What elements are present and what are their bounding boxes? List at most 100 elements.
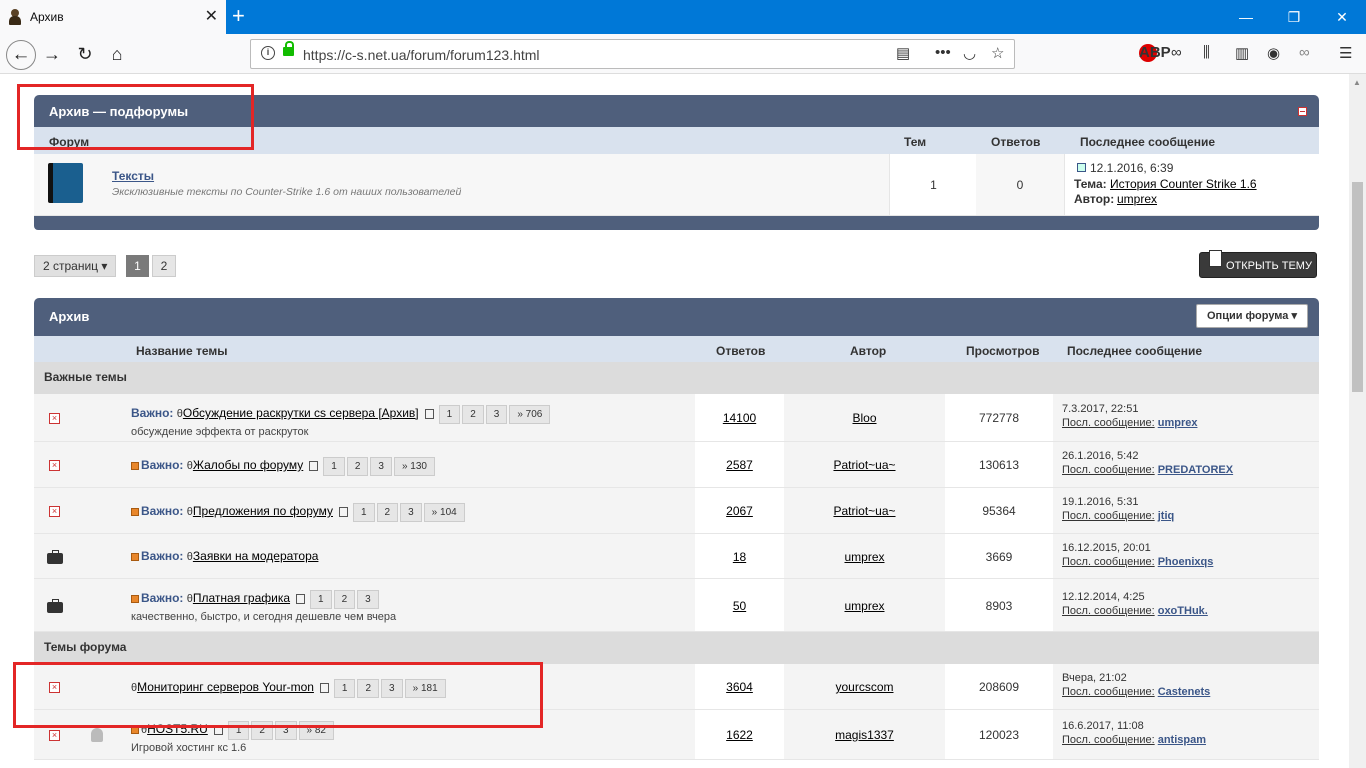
- browser-tab[interactable]: Архив ✕: [0, 0, 226, 34]
- topic-page-button[interactable]: » 130: [393, 457, 435, 476]
- last-post-user[interactable]: antispam: [1158, 734, 1206, 746]
- copy-link-icon[interactable]: [296, 593, 306, 604]
- replies-link[interactable]: 18: [695, 550, 784, 564]
- forward-icon[interactable]: →: [40, 42, 64, 66]
- topic-page-button[interactable]: 3: [400, 503, 422, 522]
- open-topic-button[interactable]: ОТКРЫТЬ ТЕМУ: [1199, 250, 1317, 278]
- topic-page-button[interactable]: 1: [323, 457, 345, 476]
- table-row: Важно: θЗаявки на модератора 18 umprex 3669…: [34, 534, 1319, 579]
- last-post: 12.12.2014, 4:25 Посл. сообщение: oxoTHuk…: [1062, 591, 1208, 617]
- topic-page-button[interactable]: 2: [346, 457, 369, 476]
- menu-icon[interactable]: ☰: [1339, 44, 1352, 62]
- reload-icon[interactable]: ↻: [73, 42, 97, 66]
- last-post-link[interactable]: Посл. сообщение:: [1062, 686, 1155, 698]
- replies-link[interactable]: 50: [695, 599, 784, 613]
- last-post-link[interactable]: Посл. сообщение:: [1062, 417, 1155, 429]
- nav-bar: ← → ↻ ⌂ i https://c-s.net.ua/forum/forum…: [0, 34, 1366, 74]
- last-post-user[interactable]: PREDATOREX: [1158, 464, 1233, 476]
- topic-link[interactable]: Обсуждение раскрутки cs сервера [Архив]: [183, 406, 419, 420]
- table-row: × Важно: θПредложения по форуму 1 2 3» 104 20…: [34, 488, 1319, 534]
- replies-link[interactable]: 2067: [695, 504, 784, 518]
- pinned-icon: [131, 461, 139, 470]
- forum-options-label: Опции форума: [1207, 310, 1289, 322]
- topic-page-button[interactable]: » 104: [423, 503, 465, 522]
- scrollbar[interactable]: ▲: [1349, 74, 1366, 768]
- copy-link-icon[interactable]: [309, 460, 319, 471]
- replies-link[interactable]: 2587: [695, 458, 784, 472]
- copy-link-icon[interactable]: [424, 408, 434, 419]
- topic-link[interactable]: Предложения по форуму: [193, 504, 333, 518]
- subforum-link[interactable]: Тексты: [112, 169, 154, 183]
- close-window-icon[interactable]: ✕: [1318, 0, 1366, 34]
- replies-link[interactable]: 1622: [695, 728, 784, 742]
- sync-icon[interactable]: ∞: [1299, 44, 1310, 61]
- topic-link[interactable]: Жалобы по форуму: [193, 458, 303, 472]
- author-link[interactable]: magis1337: [784, 728, 945, 742]
- url-text[interactable]: https://c-s.net.ua/forum/forum123.html: [303, 47, 540, 63]
- page-actions-icon[interactable]: •••: [935, 44, 951, 61]
- last-post-link[interactable]: Посл. сообщение:: [1062, 605, 1155, 617]
- bookmark-star-icon[interactable]: ☆: [991, 44, 1004, 62]
- back-icon[interactable]: ←: [6, 40, 36, 70]
- sidebar-icon[interactable]: ▥: [1235, 44, 1249, 62]
- replies-cell: 2067: [695, 488, 784, 533]
- page-1-button[interactable]: 1: [126, 255, 149, 277]
- copy-link-icon[interactable]: [338, 506, 348, 517]
- topic-page-button[interactable]: 3: [357, 590, 379, 609]
- new-tab-icon[interactable]: +: [232, 4, 245, 28]
- author-link[interactable]: umprex: [784, 550, 945, 564]
- collapse-icon[interactable]: [1298, 107, 1307, 116]
- close-tab-icon[interactable]: ✕: [205, 9, 218, 25]
- site-favicon-icon: [8, 9, 22, 25]
- home-icon[interactable]: ⌂: [105, 42, 129, 66]
- last-author-link[interactable]: umprex: [1117, 192, 1157, 206]
- tab-bar: Архив ✕ + — ❐ ✕: [0, 0, 1366, 34]
- replies-link[interactable]: 3604: [695, 680, 784, 694]
- author-link[interactable]: yourcscom: [784, 680, 945, 694]
- last-post-link[interactable]: Посл. сообщение:: [1062, 734, 1155, 746]
- topic-page-button[interactable]: 3: [370, 457, 392, 476]
- reader-view-icon[interactable]: ▤: [896, 44, 910, 62]
- author-link[interactable]: Patriot~ua~: [784, 504, 945, 518]
- topic-page-button[interactable]: 2: [333, 590, 356, 609]
- topic-page-button[interactable]: 1: [352, 503, 375, 522]
- restore-icon[interactable]: ❐: [1270, 0, 1318, 34]
- last-post-user[interactable]: jtiq: [1158, 510, 1175, 522]
- author-link[interactable]: Bloo: [784, 411, 945, 425]
- adblock-icon[interactable]: ABP: [1139, 44, 1171, 62]
- account-icon[interactable]: ◉: [1267, 44, 1280, 62]
- topic-page-button[interactable]: » 706: [509, 405, 551, 424]
- url-bar[interactable]: i https://c-s.net.ua/forum/forum123.html…: [250, 39, 1015, 69]
- topic-page-button[interactable]: 1: [438, 405, 461, 424]
- replies-link[interactable]: 14100: [695, 411, 784, 425]
- forum-options-button[interactable]: Опции форума ▾: [1196, 304, 1308, 328]
- last-post-link[interactable]: Посл. сообщение:: [1062, 464, 1155, 476]
- topic-page-button[interactable]: 2: [462, 405, 484, 424]
- scrollbar-thumb[interactable]: [1352, 182, 1363, 392]
- col-last-post: Последнее сообщение: [1067, 344, 1202, 358]
- scroll-up-icon[interactable]: ▲: [1353, 78, 1361, 87]
- last-post-user[interactable]: Castenets: [1158, 686, 1211, 698]
- author-link[interactable]: umprex: [784, 599, 945, 613]
- topic-link[interactable]: Платная графика: [193, 591, 290, 605]
- minimize-icon[interactable]: —: [1222, 0, 1270, 34]
- mask-icon[interactable]: ∞: [1171, 44, 1182, 61]
- last-post-user[interactable]: umprex: [1158, 417, 1198, 429]
- library-icon[interactable]: ⫼: [1203, 44, 1210, 61]
- topic-page-button[interactable]: 2: [376, 503, 399, 522]
- highlight-box: [13, 662, 543, 728]
- last-topic-link[interactable]: История Counter Strike 1.6: [1110, 177, 1257, 191]
- topic-link[interactable]: Заявки на модератора: [193, 549, 319, 563]
- info-icon[interactable]: i: [261, 46, 275, 60]
- pages-dropdown[interactable]: 2 страниц ▾: [34, 255, 117, 277]
- topic-page-button[interactable]: 3: [485, 405, 508, 424]
- author-link[interactable]: Patriot~ua~: [784, 458, 945, 472]
- last-post-user[interactable]: oxoTHuk.: [1158, 605, 1208, 617]
- last-post-link[interactable]: Посл. сообщение:: [1062, 510, 1155, 522]
- last-post-icon[interactable]: [1077, 163, 1086, 172]
- last-post-link[interactable]: Посл. сообщение:: [1062, 556, 1155, 568]
- last-post-user[interactable]: Phoenixqs: [1158, 556, 1214, 568]
- topic-page-button[interactable]: 1: [310, 590, 332, 609]
- page-2-button[interactable]: 2: [152, 255, 176, 277]
- pocket-icon[interactable]: ◡: [963, 44, 976, 62]
